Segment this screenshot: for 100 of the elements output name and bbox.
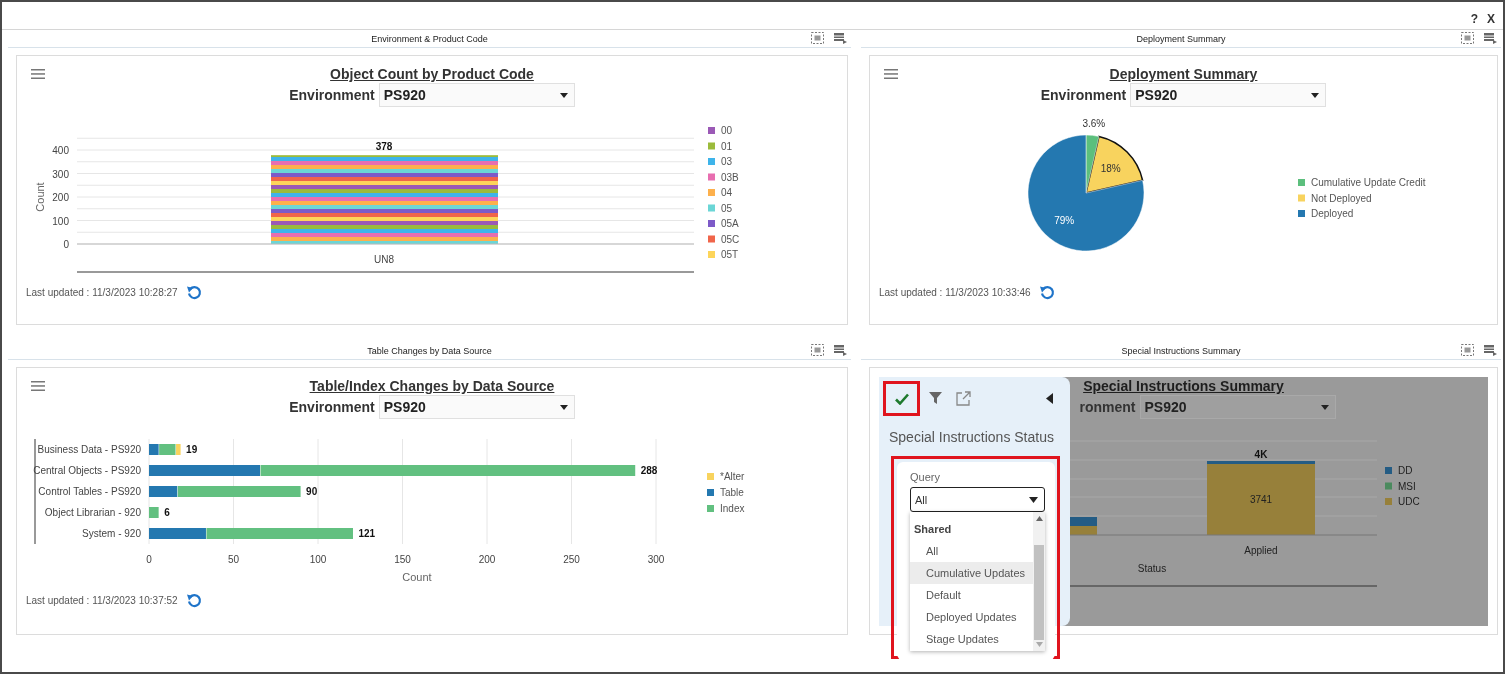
- data-label: 3741: [1249, 494, 1273, 505]
- refresh-icon[interactable]: [185, 284, 202, 300]
- table-export-icon[interactable]: [1484, 344, 1497, 356]
- group-heading: Shared: [913, 522, 953, 537]
- legend-label[interactable]: 00: [721, 125, 733, 136]
- maximize-icon[interactable]: [811, 344, 824, 356]
- chart-title: Deployment Summary: [1109, 66, 1258, 83]
- axis-tick-label: 200: [52, 192, 69, 203]
- axis-tick-label: 300: [52, 168, 69, 180]
- close-button[interactable]: X: [1487, 12, 1495, 26]
- panel-title: Environment & Product Code: [371, 34, 488, 44]
- scroll-up-icon[interactable]: [1035, 516, 1043, 521]
- data-label: 4K: [1254, 449, 1268, 460]
- axis-title: Count: [34, 182, 46, 212]
- axis-tick-label: 400: [52, 145, 69, 156]
- dropdown-option[interactable]: Deployed Updates: [910, 606, 1033, 628]
- axis-tick-label: 150: [394, 554, 411, 565]
- maximize-icon[interactable]: [1461, 344, 1474, 356]
- legend-swatch: [707, 473, 714, 480]
- axis-tick-label: 300: [647, 554, 665, 565]
- axis-tick-label: 100: [52, 215, 69, 227]
- scrollbar[interactable]: [1033, 512, 1045, 651]
- help-button[interactable]: ?: [1470, 12, 1478, 26]
- popout-icon[interactable]: [956, 391, 971, 406]
- menu-icon[interactable]: [884, 69, 898, 79]
- table-export-icon[interactable]: [834, 32, 847, 44]
- category-label: Central Objects - PS920: [33, 465, 141, 476]
- maximize-icon[interactable]: [1461, 32, 1474, 44]
- legend-swatch: [707, 489, 714, 496]
- data-label: 3.6%: [1082, 118, 1106, 130]
- stacked-bar[interactable]: [271, 155, 498, 244]
- axis-title: Status: [1137, 563, 1167, 574]
- caret-icon: [559, 92, 568, 98]
- legend-label[interactable]: 05T: [721, 249, 739, 260]
- legend-label[interactable]: 05C: [721, 233, 740, 245]
- maximize-icon[interactable]: [811, 32, 824, 44]
- refresh-icon[interactable]: [1038, 284, 1055, 300]
- environment-select[interactable]: PS920: [1130, 83, 1327, 107]
- legend-label: UDC: [1398, 496, 1420, 507]
- axis-title: Count: [402, 571, 432, 583]
- caret-icon: [559, 404, 568, 410]
- bar-segment[interactable]: [149, 486, 178, 497]
- legend-label[interactable]: 04: [721, 187, 733, 198]
- legend-label[interactable]: 05A: [721, 218, 739, 229]
- data-label: 378: [375, 141, 393, 153]
- legend-label: DD: [1398, 465, 1413, 476]
- query-label: Query: [910, 470, 941, 484]
- dropdown-option[interactable]: Stage Updates: [910, 628, 1033, 650]
- environment-label: Environment: [289, 399, 375, 415]
- checkmark-icon[interactable]: [894, 392, 909, 405]
- environment-select[interactable]: PS920: [378, 83, 575, 107]
- caret-icon: [1029, 496, 1038, 503]
- legend-label[interactable]: *Alter: [720, 471, 745, 482]
- last-updated-text: Last updated : 11/3/2023 10:28:27: [26, 286, 178, 298]
- legend-label[interactable]: Not Deployed: [1311, 192, 1372, 204]
- category-label: Object Librarian - 920: [44, 507, 141, 518]
- bar-segment: [1070, 517, 1097, 526]
- query-select[interactable]: All: [910, 487, 1045, 512]
- axis-tick-label: 100: [309, 554, 327, 565]
- legend-label[interactable]: Deployed: [1311, 208, 1354, 219]
- legend-label[interactable]: 05: [721, 202, 733, 214]
- axis-tick-label: 50: [227, 554, 240, 565]
- environment-label: Environment: [1040, 87, 1127, 103]
- chart-title: Special Instructions Summary: [1083, 378, 1284, 395]
- environment-select[interactable]: PS920: [1139, 395, 1336, 419]
- environment-select[interactable]: PS920: [378, 395, 575, 419]
- legend-label[interactable]: 01: [721, 140, 733, 152]
- legend-swatch: [1298, 194, 1305, 202]
- chart-title: Object Count by Product Code: [330, 66, 534, 83]
- legend-swatch: [707, 505, 714, 512]
- data-label: 6: [164, 507, 170, 518]
- collapse-icon[interactable]: [1046, 393, 1053, 404]
- data-label: 18%: [1100, 163, 1121, 175]
- table-export-icon[interactable]: [1484, 32, 1497, 44]
- menu-icon[interactable]: [31, 381, 45, 391]
- menu-icon[interactable]: [31, 69, 45, 79]
- chart-title: Table/Index Changes by Data Source: [309, 378, 555, 395]
- panel-title: Special Instructions Summary: [1121, 346, 1241, 356]
- axis-tick-label: 250: [563, 554, 580, 565]
- dropdown-option[interactable]: Default: [910, 584, 1033, 606]
- legend-label[interactable]: 03: [721, 156, 733, 167]
- table-export-icon[interactable]: [834, 344, 847, 356]
- legend-label[interactable]: 03B: [721, 171, 739, 183]
- dropdown-option[interactable]: All: [910, 540, 1033, 562]
- legend-swatch: [1298, 210, 1305, 217]
- environment-label: ronment: [1079, 399, 1136, 415]
- axis-tick-label: 0: [146, 554, 152, 565]
- category-label: Applied: [1244, 545, 1278, 556]
- data-label: 90: [306, 486, 318, 497]
- panel-title: Table Changes by Data Source: [367, 346, 492, 356]
- last-updated-text: Last updated : 11/3/2023 10:37:52: [26, 594, 178, 606]
- bar-segment: [1070, 526, 1097, 535]
- legend-label[interactable]: Table: [720, 487, 744, 498]
- dropdown-option[interactable]: Cumulative Updates: [910, 562, 1033, 584]
- refresh-icon[interactable]: [185, 592, 202, 608]
- data-label: 288: [640, 465, 658, 476]
- legend-label[interactable]: Index: [720, 503, 745, 514]
- filter-icon[interactable]: [929, 392, 942, 405]
- environment-label: Environment: [289, 87, 375, 103]
- legend-label[interactable]: Cumulative Update Credit: [1311, 177, 1426, 188]
